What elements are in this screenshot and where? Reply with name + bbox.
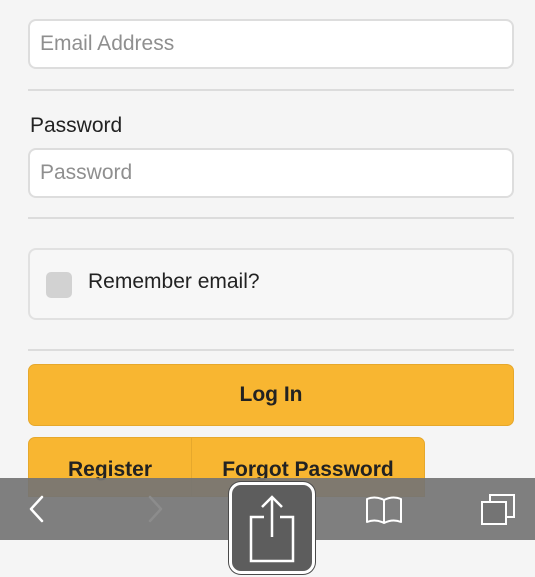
password-input[interactable] [28, 148, 514, 198]
remember-email-label: Remember email? [88, 270, 260, 293]
login-button[interactable]: Log In [28, 364, 514, 426]
back-icon[interactable] [26, 494, 48, 524]
bookmarks-icon[interactable] [364, 495, 404, 525]
divider [28, 349, 514, 351]
password-label: Password [30, 114, 123, 137]
remember-email-row[interactable]: Remember email? [28, 248, 514, 320]
divider [28, 89, 514, 91]
tabs-icon[interactable] [478, 492, 518, 528]
forward-icon[interactable] [144, 494, 166, 524]
share-button-focus[interactable] [229, 482, 315, 574]
email-input[interactable] [28, 19, 514, 69]
divider [28, 217, 514, 219]
remember-email-checkbox[interactable] [46, 272, 72, 298]
login-button-label: Log In [239, 383, 303, 406]
share-icon [249, 495, 295, 563]
